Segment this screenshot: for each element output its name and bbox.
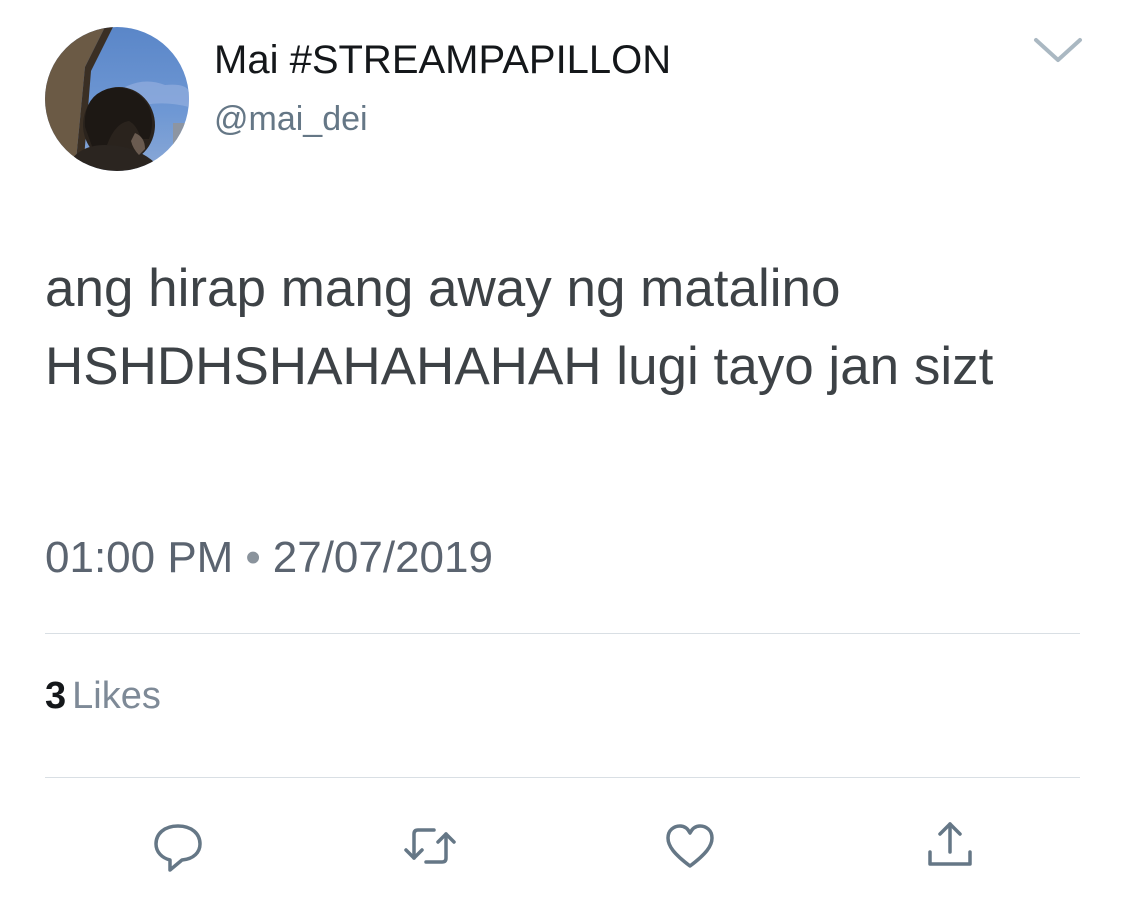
tweet-date: 27/07/2019 (272, 533, 493, 582)
likes-label: Likes (72, 675, 161, 717)
timestamp-separator: • (245, 533, 261, 582)
share-icon (928, 822, 972, 866)
retweet-button[interactable] (400, 818, 460, 874)
profile-photo (45, 27, 189, 171)
divider (45, 777, 1080, 778)
user-handle[interactable]: @mai_dei (214, 100, 368, 139)
display-name[interactable]: Mai #STREAMPAPILLON (214, 38, 671, 83)
reply-icon (154, 824, 202, 872)
chevron-down-icon[interactable] (1030, 30, 1086, 70)
reply-button[interactable] (148, 818, 208, 874)
heart-icon (666, 824, 714, 868)
tweet-text: ang hirap mang away ng matalino HSHDHSHA… (45, 259, 994, 396)
tweet-timestamp[interactable]: 01:00 PM • 27/07/2019 (45, 533, 493, 583)
like-button[interactable] (660, 818, 720, 874)
avatar[interactable] (45, 27, 189, 171)
tweet-time: 01:00 PM (45, 533, 234, 582)
tweet-card: Mai #STREAMPAPILLON @mai_dei ang hirap m… (0, 0, 1125, 900)
likes-count[interactable]: 3 Likes (45, 675, 161, 718)
share-button[interactable] (920, 818, 980, 874)
retweet-icon (404, 828, 456, 864)
likes-number: 3 (45, 675, 67, 717)
divider (45, 633, 1080, 634)
